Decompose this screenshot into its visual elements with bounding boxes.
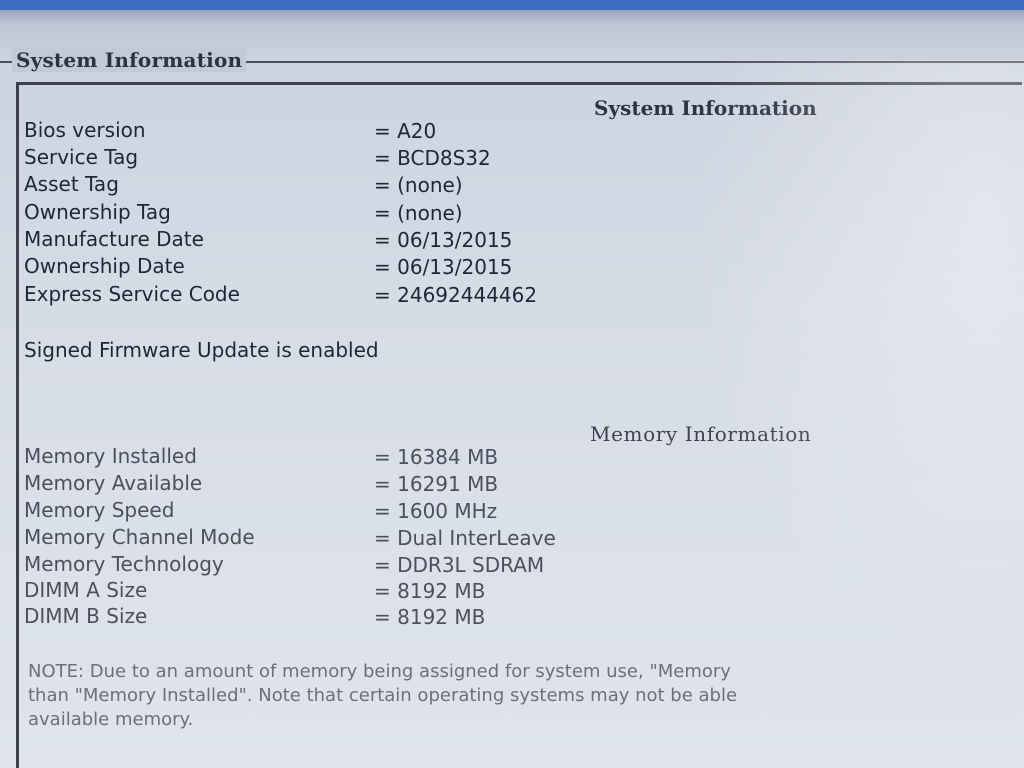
row-value: = 1600 MHz: [374, 499, 498, 523]
memory-note: NOTE: Due to an amount of memory being a…: [28, 660, 1018, 732]
memory-row-channel-mode: Memory Channel Mode = Dual InterLeave: [24, 525, 724, 552]
row-value: = DDR3L SDRAM: [374, 553, 545, 577]
info-row-express-service-code: Express Service Code = 24692444462: [24, 282, 724, 309]
row-label: DIMM B Size: [24, 604, 148, 628]
title-bar-shade: [0, 10, 1024, 24]
row-label: Memory Technology: [24, 552, 224, 576]
note-line: than "Memory Installed". Note that certa…: [28, 685, 738, 706]
row-label: DIMM A Size: [24, 578, 148, 602]
row-label: Memory Available: [24, 471, 203, 495]
memory-info-heading: Memory Information: [590, 422, 812, 446]
memory-row-available: Memory Available = 16291 MB: [24, 471, 724, 498]
row-value: = BCD8S32: [374, 146, 491, 170]
row-value: = 06/13/2015: [374, 255, 513, 279]
row-value: = A20: [374, 119, 437, 143]
row-label: Service Tag: [24, 145, 139, 169]
info-row-asset-tag: Asset Tag = (none): [24, 172, 724, 199]
row-label: Memory Installed: [24, 444, 197, 468]
firmware-status: Signed Firmware Update is enabled: [24, 338, 379, 362]
memory-row-speed: Memory Speed = 1600 MHz: [24, 498, 724, 525]
row-label: Memory Channel Mode: [24, 525, 255, 549]
row-value: = 24692444462: [374, 283, 538, 307]
info-row-ownership-tag: Ownership Tag = (none): [24, 200, 724, 227]
row-label: Asset Tag: [24, 172, 119, 196]
row-label: Ownership Date: [24, 254, 185, 278]
row-value: = 06/13/2015: [374, 228, 513, 252]
row-value: = 8192 MB: [374, 605, 486, 629]
info-row-bios-version: Bios version = A20: [24, 118, 724, 145]
memory-row-dimm-a-size: DIMM A Size = 8192 MB: [24, 578, 724, 605]
row-value: = (none): [374, 201, 463, 225]
note-line: available memory.: [28, 709, 194, 730]
row-label: Express Service Code: [24, 282, 240, 306]
row-label: Bios version: [24, 118, 146, 142]
row-value: = 8192 MB: [374, 579, 486, 603]
memory-row-installed: Memory Installed = 16384 MB: [24, 444, 724, 471]
row-value: = (none): [374, 173, 463, 197]
row-label: Manufacture Date: [24, 227, 204, 251]
system-info-heading: System Information: [594, 96, 817, 120]
note-line: NOTE: Due to an amount of memory being a…: [28, 661, 731, 682]
info-row-manufacture-date: Manufacture Date = 06/13/2015: [24, 227, 724, 254]
row-label: Ownership Tag: [24, 200, 171, 224]
title-bar-strip: [0, 0, 1024, 10]
memory-row-technology: Memory Technology = DDR3L SDRAM: [24, 552, 724, 579]
row-value: = 16291 MB: [374, 472, 499, 496]
group-title: System Information: [12, 48, 247, 72]
info-row-service-tag: Service Tag = BCD8S32: [24, 145, 724, 172]
row-label: Memory Speed: [24, 498, 175, 522]
memory-row-dimm-b-size: DIMM B Size = 8192 MB: [24, 604, 724, 631]
row-value: = Dual InterLeave: [374, 526, 556, 550]
row-value: = 16384 MB: [374, 445, 499, 469]
info-row-ownership-date: Ownership Date = 06/13/2015: [24, 254, 724, 281]
